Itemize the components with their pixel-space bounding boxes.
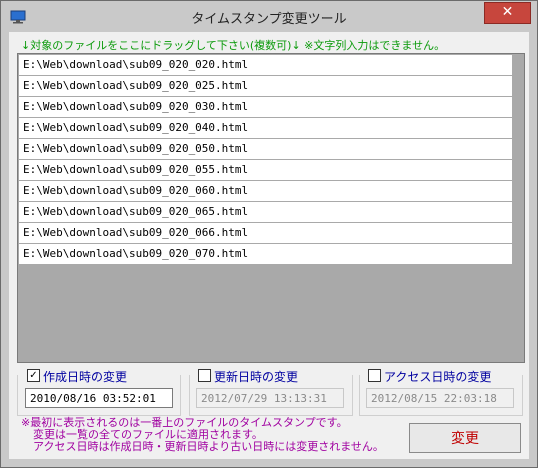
created-group: ✓ 作成日時の変更 2010/08/16 03:52:01 (25, 368, 177, 412)
accessed-datetime-field: 2012/08/15 22:03:18 (366, 388, 514, 408)
window-title: タイムスタンプ変更ツール (191, 12, 347, 27)
close-button[interactable]: ✕ (484, 2, 531, 24)
list-item[interactable]: E:\Web\download\sub09_020_050.html (19, 139, 512, 159)
list-item[interactable]: E:\Web\download\sub09_020_025.html (19, 76, 512, 96)
file-list[interactable]: E:\Web\download\sub09_020_020.html E:\We… (17, 53, 525, 363)
list-item[interactable]: E:\Web\download\sub09_020_065.html (19, 202, 512, 222)
modified-checkbox[interactable] (198, 369, 211, 382)
list-item[interactable]: E:\Web\download\sub09_020_020.html (19, 55, 512, 75)
created-checkbox[interactable]: ✓ (27, 369, 40, 382)
accessed-checkbox-label[interactable]: アクセス日時の変更 (384, 368, 491, 385)
list-item[interactable]: E:\Web\download\sub09_020_055.html (19, 160, 512, 180)
accessed-group: アクセス日時の変更 2012/08/15 22:03:18 (366, 368, 518, 412)
list-item[interactable]: E:\Web\download\sub09_020_070.html (19, 244, 512, 264)
note-line: アクセス日時は作成日時・更新日時より古い日時には変更されません。 (33, 440, 384, 453)
list-item[interactable]: E:\Web\download\sub09_020_030.html (19, 97, 512, 117)
list-item[interactable]: E:\Web\download\sub09_020_066.html (19, 223, 512, 243)
notes: ※最初に表示されるのは一番上のファイルのタイムスタンプです。 変更は一覧の全ての… (21, 417, 384, 453)
created-checkbox-label[interactable]: 作成日時の変更 (43, 368, 127, 385)
check-icon: ✓ (29, 370, 38, 381)
change-button[interactable]: 変更 (409, 423, 521, 453)
title-bar[interactable]: タイムスタンプ変更ツール ✕ (1, 1, 537, 33)
list-item[interactable]: E:\Web\download\sub09_020_040.html (19, 118, 512, 138)
modified-datetime-field: 2012/07/29 13:13:31 (196, 388, 344, 408)
app-window: タイムスタンプ変更ツール ✕ ↓対象のファイルをここにドラッグして下さい(複数可… (0, 0, 538, 468)
modified-checkbox-label[interactable]: 更新日時の変更 (214, 368, 298, 385)
created-datetime-field[interactable]: 2010/08/16 03:52:01 (25, 388, 173, 408)
client-area: ↓対象のファイルをここにドラッグして下さい(複数可)↓ ※文字列入力はできません… (9, 32, 529, 459)
drop-instruction: ↓対象のファイルをここにドラッグして下さい(複数可)↓ ※文字列入力はできません… (21, 39, 446, 52)
modified-group: 更新日時の変更 2012/07/29 13:13:31 (196, 368, 348, 412)
list-item[interactable]: E:\Web\download\sub09_020_060.html (19, 181, 512, 201)
accessed-checkbox[interactable] (368, 369, 381, 382)
